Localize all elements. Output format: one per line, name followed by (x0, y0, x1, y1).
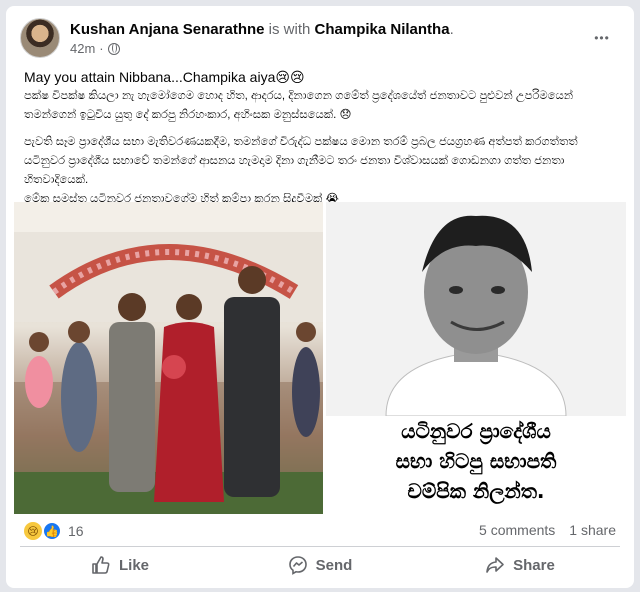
post-card: Kushan Anjana Senarathne is with Champik… (6, 6, 634, 588)
action-bar: Like Send Share (20, 547, 620, 583)
share-label: Share (513, 556, 555, 574)
memorial-photo[interactable]: යටිනුවර ප්‍රාදේශීය සභා හිටපු සභාපති චම්ප… (326, 202, 626, 514)
share-button[interactable]: Share (420, 547, 620, 583)
post-photos: යටිනුවර ප්‍රාදේශීය සභා හිටපු සභාපති චම්ප… (14, 202, 626, 514)
post-line-3: පැවති සෑම ප්‍රාදේශීය සභා මැතිවරණයකදීම, ත… (24, 136, 578, 186)
post-meta: 42m · (70, 41, 120, 56)
reaction-count: 16 (68, 523, 84, 539)
thumbs-up-icon (92, 556, 110, 574)
caption-line-3: චම්පික නිලන්ත. (407, 479, 545, 503)
post-time[interactable]: 42m (70, 41, 95, 56)
meta-separator: · (99, 41, 104, 56)
post-line-1: May you attain Nibbana...Champika aiya😢😢 (24, 69, 305, 85)
shares-count[interactable]: 1 share (569, 522, 616, 538)
with-text: is with (268, 21, 311, 38)
reactions-summary[interactable]: 😢 👍 16 (24, 520, 84, 542)
caption-line-1: යටිනුවර ප්‍රාදේශීය (401, 419, 551, 443)
author-avatar[interactable] (20, 18, 60, 58)
memorial-caption: යටිනුවර ප්‍රාදේශීය සභා හිටපු සභාපති චම්ප… (326, 416, 626, 514)
more-options-button[interactable]: ••• (588, 24, 616, 52)
send-label: Send (315, 556, 353, 574)
caption-line-2: සභා හිටපු සභාපති (395, 449, 557, 473)
wedding-photo-illustration (14, 202, 323, 514)
like-reaction-icon: 👍 (42, 521, 62, 541)
sad-reaction-icon: 😢 (24, 522, 42, 540)
messenger-icon (288, 556, 307, 575)
wedding-photo[interactable] (14, 202, 323, 514)
author-line: Kushan Anjana Senarathne is with Champik… (70, 21, 454, 38)
send-button[interactable]: Send (220, 547, 420, 583)
author-name[interactable]: Kushan Anjana Senarathne (70, 21, 265, 38)
like-label: Like (118, 556, 149, 574)
globe-icon[interactable] (107, 42, 120, 55)
post-stats: 5 comments 1 share (479, 522, 616, 538)
post-text: May you attain Nibbana...Champika aiya😢😢… (24, 68, 620, 209)
like-button[interactable]: Like (20, 547, 220, 583)
tagged-name[interactable]: Champika Nilantha (315, 21, 450, 38)
share-icon (486, 557, 504, 573)
more-icon: ••• (594, 31, 610, 45)
post-header: Kushan Anjana Senarathne is with Champik… (20, 18, 620, 58)
post-line-2: පක්ෂ විපක්ෂ කියලා නැ හැමෝගෙම හොද හිත, ආද… (24, 90, 574, 121)
portrait-illustration (326, 202, 626, 416)
comments-count[interactable]: 5 comments (479, 522, 555, 538)
